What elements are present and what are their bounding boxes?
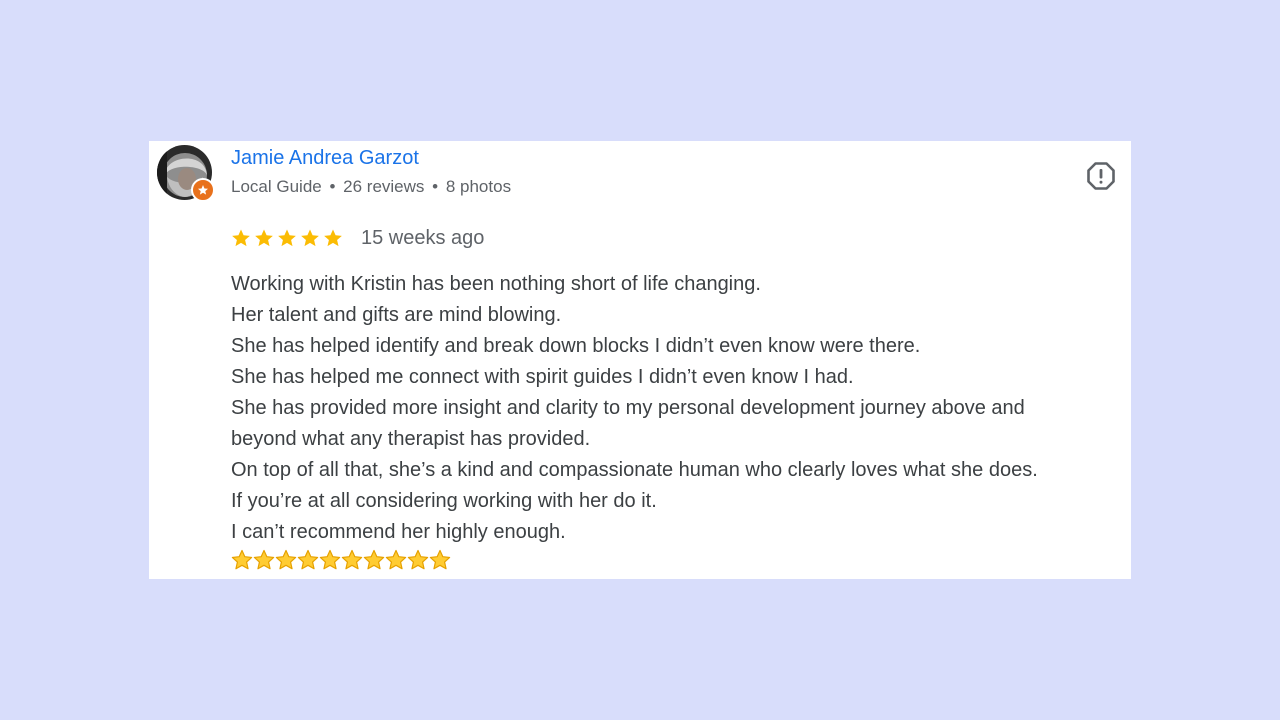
review-count: 26 reviews (343, 177, 425, 196)
review-line: She has provided more insight and clarit… (231, 397, 1025, 419)
review-line: On top of all that, she’s a kind and com… (231, 459, 1038, 481)
review-line: She has helped me connect with spirit gu… (231, 366, 854, 388)
star-emoji-icon (341, 549, 363, 570)
star-emoji-icon (407, 549, 429, 570)
star-emoji-icon (319, 549, 341, 570)
report-flag-icon[interactable] (1086, 161, 1116, 191)
star-icon (278, 229, 296, 247)
meta-separator: • (329, 177, 336, 196)
review-line: Working with Kristin has been nothing sh… (231, 273, 761, 295)
review-date: 15 weeks ago (361, 226, 485, 249)
review-text: Working with Kristin has been nothing sh… (231, 269, 1126, 548)
reviewer-meta: Local Guide • 26 reviews • 8 photos (231, 177, 511, 197)
star-icon (232, 229, 250, 247)
star-icon (324, 229, 342, 247)
star-emoji-icon (253, 549, 275, 570)
review-line: If you’re at all considering working wit… (231, 490, 657, 512)
review-card: Jamie Andrea Garzot Local Guide • 26 rev… (149, 141, 1131, 579)
star-emoji-icon (275, 549, 297, 570)
star-rating (231, 228, 343, 248)
review-line: Her talent and gifts are mind blowing. (231, 304, 562, 326)
local-guide-label: Local Guide (231, 177, 322, 196)
emoji-star-row (231, 549, 451, 571)
star-emoji-icon (297, 549, 319, 570)
review-line: She has helped identify and break down b… (231, 335, 921, 357)
rating-row: 15 weeks ago (231, 225, 484, 251)
star-icon (255, 229, 273, 247)
star-emoji-icon (429, 549, 451, 570)
review-line: beyond what any therapist has provided. (231, 428, 591, 450)
star-emoji-icon (231, 549, 253, 570)
reviewer-name[interactable]: Jamie Andrea Garzot (231, 147, 419, 170)
star-icon (301, 229, 319, 247)
star-emoji-icon (385, 549, 407, 570)
star-emoji-icon (363, 549, 385, 570)
photo-count: 8 photos (445, 177, 512, 196)
review-line: I can’t recommend her highly enough. (231, 521, 566, 543)
meta-separator: • (432, 177, 439, 196)
local-guide-star-icon (191, 178, 215, 202)
